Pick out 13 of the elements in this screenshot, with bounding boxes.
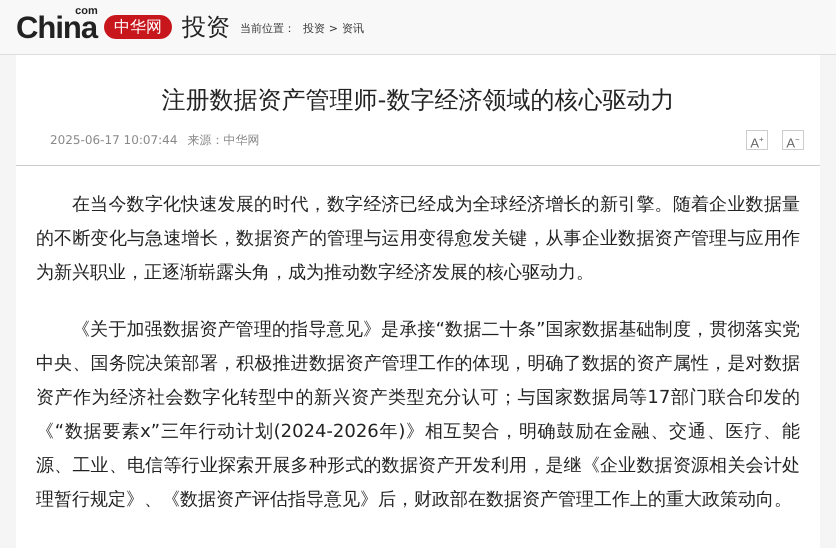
breadcrumb-separator: > <box>328 22 338 35</box>
breadcrumb-link[interactable]: 资讯 <box>342 21 364 36</box>
breadcrumb-link[interactable]: 投资 <box>302 21 325 36</box>
article-source: 来源：中华网 <box>187 132 260 148</box>
publish-date: 2025-06-17 10:07:44 <box>50 133 178 147</box>
breadcrumb-label: 当前位置： <box>240 21 295 36</box>
font-increase-button[interactable]: A$^{+}$ <box>746 130 768 150</box>
logo-badge[interactable]: 中华网 <box>104 15 172 39</box>
font-decrease-button[interactable]: A$^{−}$ <box>782 130 804 150</box>
article-title: 注册数据资产管理师-数字经济领域的核心驱动力 <box>160 85 676 116</box>
article-paragraph: 在当今数字化快速发展的时代，数字经济已经成为全球经济增长的新引擎。随着企业数据量的不断变化与急速增长，数据资产的管理与运用变得愈发关键，从事企业数据资产管理与应用作为新兴职业，正逐渐崭露头角，成为推动数字经济发展的核心驱动力。 <box>36 193 800 285</box>
article-paragraph: 《关于加强数据资产管理的指导意见》是承接“数据二十条”国家数据基础制度，贯彻落实党中央、国务院决策部署，积极推进数据资产管理工作的体现，明确了数据的资产属性，是对数据资产作为经济社会数字化转型中的新兴资产类型充分认可；与国家数据局等17部门联合印发的《“数据要素x”三年行动计划(2024-2026年)》相互契合，明确鼓励在金融、交通、医疗、能源、工业、电信等行业探索开展多种形式的数据资产开发利用，是继《企业数据资源相关会计处理暂行规定》、《数据资产评估指导意见》后，财政部在数据资产管理工作上的重大政策动向。 <box>36 318 800 512</box>
channel-title[interactable]: 投资 <box>182 11 230 43</box>
